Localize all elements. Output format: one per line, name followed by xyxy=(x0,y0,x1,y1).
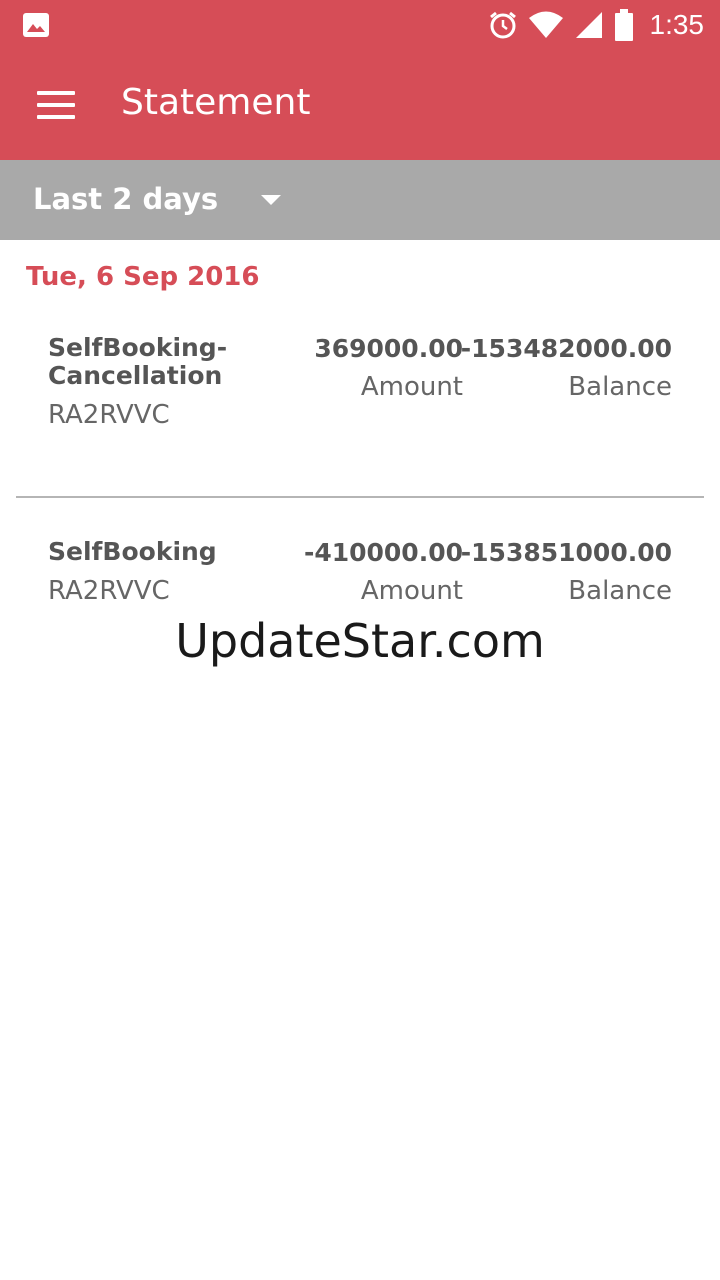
divider xyxy=(16,496,704,498)
entry-balance: -153482000.00 xyxy=(460,334,672,363)
entry-balance-label: Balance xyxy=(568,576,672,606)
entry-amount: -410000.00 xyxy=(303,538,463,567)
date-header: Tue, 6 Sep 2016 xyxy=(26,262,260,292)
period-dropdown-label: Last 2 days xyxy=(33,182,219,216)
entry-name: SelfBooking xyxy=(48,537,217,566)
entry-amount-label: Amount xyxy=(360,372,463,402)
image-icon xyxy=(23,13,49,37)
app-bar: Statement xyxy=(0,50,720,160)
period-dropdown[interactable]: Last 2 days xyxy=(0,160,300,240)
statement-entry[interactable]: SelfBooking- Cancellation RA2RVVC 369000… xyxy=(0,334,720,454)
hamburger-menu-icon[interactable] xyxy=(28,80,82,130)
page-title: Statement xyxy=(121,82,311,123)
entry-balance: -153851000.00 xyxy=(460,538,672,567)
watermark: UpdateStar.com xyxy=(175,614,545,668)
alarm-icon xyxy=(489,11,516,39)
filter-bar: Last 2 days xyxy=(0,160,720,240)
status-bar: 1:35 xyxy=(0,0,720,50)
wifi-icon xyxy=(528,11,563,38)
dropdown-caret-icon xyxy=(261,195,281,205)
entry-amount-label: Amount xyxy=(360,576,463,606)
entry-reference: RA2RVVC xyxy=(48,576,170,606)
status-time: 1:35 xyxy=(649,9,705,40)
statement-entry[interactable]: SelfBooking RA2RVVC -410000.00 Amount -1… xyxy=(0,538,720,618)
status-icons: 1:35 xyxy=(488,8,705,42)
entry-balance-label: Balance xyxy=(568,372,672,402)
entry-reference: RA2RVVC xyxy=(48,400,170,430)
battery-icon xyxy=(614,9,633,41)
entry-amount: 369000.00 xyxy=(314,334,463,363)
signal-icon xyxy=(575,12,602,38)
entry-name: SelfBooking- Cancellation xyxy=(48,333,228,390)
